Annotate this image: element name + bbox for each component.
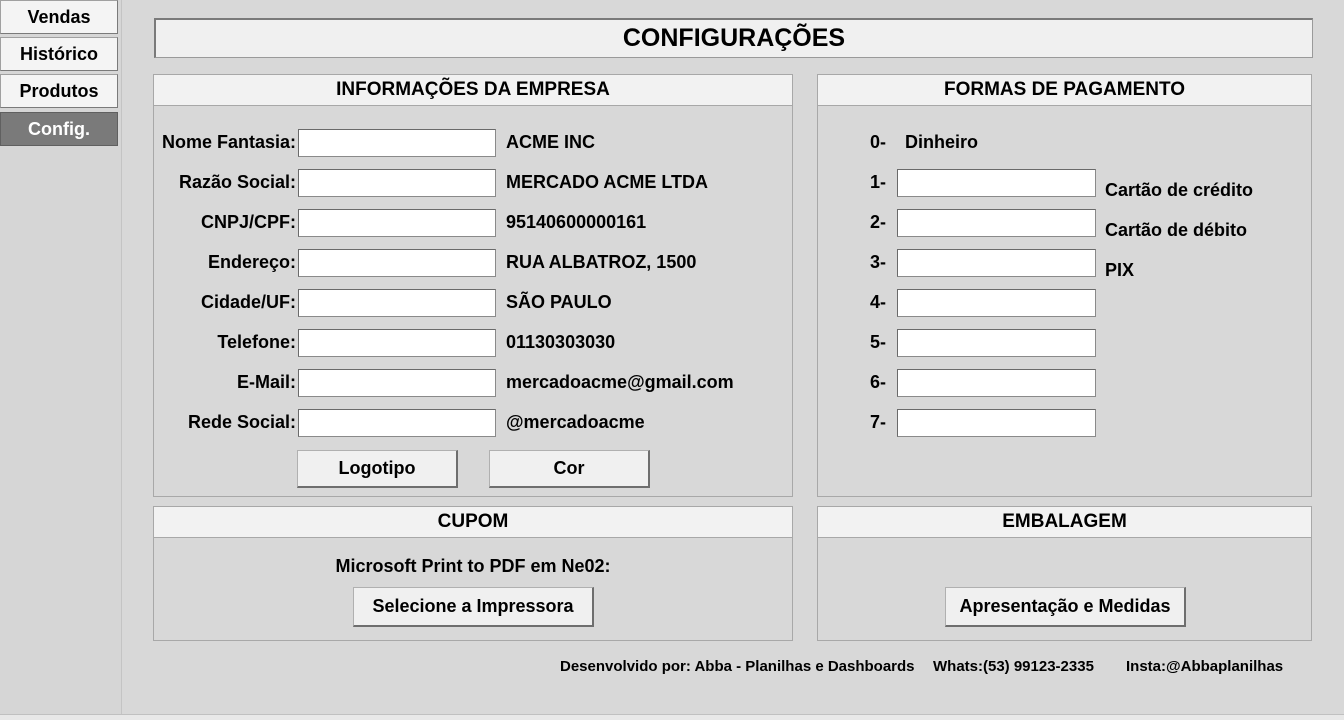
payment-1-input[interactable] xyxy=(897,169,1096,197)
main-content: CONFIGURAÇÕES INFORMAÇÕES DA EMPRESA Nom… xyxy=(122,0,1344,714)
bottom-border xyxy=(0,714,1344,720)
payment-num: 4- xyxy=(870,292,887,312)
rede-social-input[interactable] xyxy=(298,409,496,437)
cnpj-input[interactable] xyxy=(298,209,496,237)
pagamento-panel-header: FORMAS DE PAGAMENTO xyxy=(818,75,1311,106)
razao-social-label: Razão Social: xyxy=(178,172,296,192)
cidade-label: Cidade/UF: xyxy=(200,292,296,312)
payment-num: 7- xyxy=(870,412,887,432)
payment-dinheiro-label: Dinheiro xyxy=(905,132,979,152)
footer-whats: Whats:(53) 99123-2335 xyxy=(933,658,1094,675)
payment-4-input[interactable] xyxy=(897,289,1096,317)
payment-3-input[interactable] xyxy=(897,249,1096,277)
cupom-panel: CUPOM Microsoft Print to PDF em Ne02: Se… xyxy=(153,506,793,641)
cnpj-label: CNPJ/CPF: xyxy=(200,212,296,232)
nav-historico-button[interactable]: Histórico xyxy=(0,37,118,71)
logotipo-button[interactable]: Logotipo xyxy=(297,450,458,488)
payment-num: 5- xyxy=(870,332,887,352)
razao-social-input[interactable] xyxy=(298,169,496,197)
empresa-panel-header: INFORMAÇÕES DA EMPRESA xyxy=(154,75,792,106)
email-label: E-Mail: xyxy=(236,372,296,392)
printer-label: Microsoft Print to PDF em Ne02: xyxy=(335,556,611,576)
footer-insta: Insta:@Abbaplanilhas xyxy=(1126,658,1284,675)
payment-num: 0- xyxy=(870,132,887,152)
payment-num: 2- xyxy=(870,212,887,232)
apresentacao-medidas-button[interactable]: Apresentação e Medidas xyxy=(945,587,1186,627)
payment-5-input[interactable] xyxy=(897,329,1096,357)
payment-2-input[interactable] xyxy=(897,209,1096,237)
cidade-input[interactable] xyxy=(298,289,496,317)
payment-1-name: Cartão de crédito xyxy=(1105,180,1254,200)
rede-social-value: @mercadoacme xyxy=(506,412,645,432)
email-value: mercadoacme@gmail.com xyxy=(506,372,734,392)
endereco-input[interactable] xyxy=(298,249,496,277)
email-input[interactable] xyxy=(298,369,496,397)
cnpj-value: 95140600000161 xyxy=(506,212,647,232)
embalagem-panel-header: EMBALAGEM xyxy=(818,507,1311,538)
nav-produtos-button[interactable]: Produtos xyxy=(0,74,118,108)
cupom-panel-header: CUPOM xyxy=(154,507,792,538)
empresa-panel: INFORMAÇÕES DA EMPRESA Nome Fantasia: AC… xyxy=(153,74,793,497)
rede-social-label: Rede Social: xyxy=(187,412,296,432)
razao-social-value: MERCADO ACME LTDA xyxy=(506,172,708,192)
cidade-value: SÃO PAULO xyxy=(506,292,612,312)
pagamento-panel: FORMAS DE PAGAMENTO 0- Dinheiro 1- Cartã… xyxy=(817,74,1312,497)
payment-2-name: Cartão de débito xyxy=(1105,220,1248,240)
cor-button[interactable]: Cor xyxy=(489,450,650,488)
nome-fantasia-label: Nome Fantasia: xyxy=(161,132,296,152)
payment-num: 3- xyxy=(870,252,887,272)
telefone-value: 01130303030 xyxy=(506,332,616,352)
payment-7-input[interactable] xyxy=(897,409,1096,437)
nome-fantasia-value: ACME INC xyxy=(506,132,595,152)
select-printer-button[interactable]: Selecione a Impressora xyxy=(353,587,594,627)
nome-fantasia-input[interactable] xyxy=(298,129,496,157)
endereco-value: RUA ALBATROZ, 1500 xyxy=(506,252,697,272)
payment-3-name: PIX xyxy=(1105,260,1135,280)
payment-num: 1- xyxy=(870,172,887,192)
embalagem-panel: EMBALAGEM Apresentação e Medidas xyxy=(817,506,1312,641)
nav-vendas-button[interactable]: Vendas xyxy=(0,0,118,34)
page-title: CONFIGURAÇÕES xyxy=(154,18,1313,58)
payment-num: 6- xyxy=(870,372,887,392)
payment-6-input[interactable] xyxy=(897,369,1096,397)
nav-config-button[interactable]: Config. xyxy=(0,112,118,146)
endereco-label: Endereço: xyxy=(207,252,296,272)
footer-developer: Desenvolvido por: Abba - Planilhas e Das… xyxy=(560,658,915,675)
telefone-input[interactable] xyxy=(298,329,496,357)
telefone-label: Telefone: xyxy=(217,332,296,352)
sidebar: Vendas Histórico Produtos Config. xyxy=(0,0,122,720)
